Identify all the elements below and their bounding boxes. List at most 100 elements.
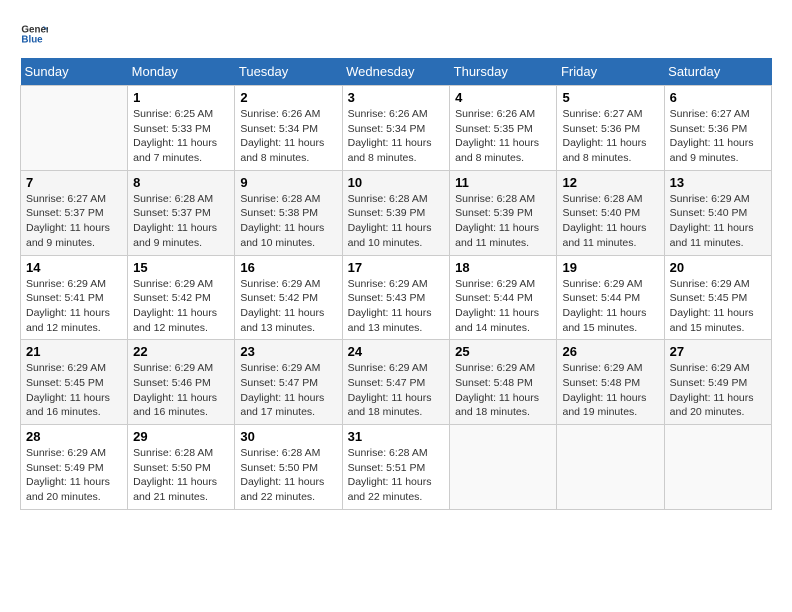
day-number: 23 (240, 344, 336, 359)
calendar-cell: 25 Sunrise: 6:29 AM Sunset: 5:48 PM Dayli… (450, 340, 557, 425)
day-info: Sunrise: 6:28 AM Sunset: 5:50 PM Dayligh… (240, 446, 336, 505)
calendar-week-row: 28Sunrise: 6:29 AM Sunset: 5:49 PM Dayli… (21, 425, 772, 510)
calendar-cell: 23 Sunrise: 6:29 AM Sunset: 5:47 PM Dayli… (235, 340, 342, 425)
calendar-cell: 11 Sunrise: 6:28 AM Sunset: 5:39 PM Dayli… (450, 170, 557, 255)
day-info: Sunrise: 6:25 AM Sunset: 5:33 PM Dayligh… (133, 107, 229, 166)
weekday-header-cell: Sunday (21, 58, 128, 86)
day-number: 9 (240, 175, 336, 190)
day-number: 18 (455, 260, 551, 275)
day-number: 30 (240, 429, 336, 444)
calendar-cell: 26 Sunrise: 6:29 AM Sunset: 5:48 PM Dayli… (557, 340, 664, 425)
day-number: 28 (26, 429, 122, 444)
calendar-cell: 3 Sunrise: 6:26 AM Sunset: 5:34 PM Daylig… (342, 86, 450, 171)
day-number: 3 (348, 90, 445, 105)
day-info: Sunrise: 6:29 AM Sunset: 5:42 PM Dayligh… (133, 277, 229, 336)
day-number: 13 (670, 175, 766, 190)
calendar-cell: 6 Sunrise: 6:27 AM Sunset: 5:36 PM Daylig… (664, 86, 771, 171)
day-number: 15 (133, 260, 229, 275)
day-number: 6 (670, 90, 766, 105)
calendar-cell: 20 Sunrise: 6:29 AM Sunset: 5:45 PM Dayli… (664, 255, 771, 340)
calendar-week-row: 21 Sunrise: 6:29 AM Sunset: 5:45 PM Dayli… (21, 340, 772, 425)
day-number: 21 (26, 344, 122, 359)
day-info: Sunrise: 6:26 AM Sunset: 5:35 PM Dayligh… (455, 107, 551, 166)
calendar-cell: 9 Sunrise: 6:28 AM Sunset: 5:38 PM Daylig… (235, 170, 342, 255)
day-info: Sunrise: 6:26 AM Sunset: 5:34 PM Dayligh… (348, 107, 445, 166)
calendar-cell: 30 Sunrise: 6:28 AM Sunset: 5:50 PM Dayli… (235, 425, 342, 510)
day-number: 1 (133, 90, 229, 105)
day-info: Sunrise: 6:27 AM Sunset: 5:36 PM Dayligh… (670, 107, 766, 166)
calendar-cell (664, 425, 771, 510)
day-number: 27 (670, 344, 766, 359)
day-info: Sunrise: 6:29 AM Sunset: 5:42 PM Dayligh… (240, 277, 336, 336)
day-number: 24 (348, 344, 445, 359)
logo-icon: General Blue (20, 20, 48, 48)
day-info: Sunrise: 6:28 AM Sunset: 5:39 PM Dayligh… (455, 192, 551, 251)
day-info: Sunrise: 6:29 AM Sunset: 5:44 PM Dayligh… (455, 277, 551, 336)
calendar-cell: 5Sunrise: 6:27 AM Sunset: 5:36 PM Daylig… (557, 86, 664, 171)
calendar-cell: 18 Sunrise: 6:29 AM Sunset: 5:44 PM Dayli… (450, 255, 557, 340)
weekday-header-cell: Saturday (664, 58, 771, 86)
day-number: 4 (455, 90, 551, 105)
calendar-cell: 13 Sunrise: 6:29 AM Sunset: 5:40 PM Dayli… (664, 170, 771, 255)
weekday-header-row: SundayMondayTuesdayWednesdayThursdayFrid… (21, 58, 772, 86)
day-info: Sunrise: 6:28 AM Sunset: 5:50 PM Dayligh… (133, 446, 229, 505)
day-number: 19 (562, 260, 658, 275)
day-number: 20 (670, 260, 766, 275)
day-info: Sunrise: 6:29 AM Sunset: 5:48 PM Dayligh… (562, 361, 658, 420)
day-number: 25 (455, 344, 551, 359)
day-number: 31 (348, 429, 445, 444)
day-info: Sunrise: 6:29 AM Sunset: 5:47 PM Dayligh… (348, 361, 445, 420)
calendar-week-row: 7 Sunrise: 6:27 AM Sunset: 5:37 PM Daylig… (21, 170, 772, 255)
day-number: 16 (240, 260, 336, 275)
day-info: Sunrise: 6:29 AM Sunset: 5:45 PM Dayligh… (670, 277, 766, 336)
calendar-cell: 28Sunrise: 6:29 AM Sunset: 5:49 PM Dayli… (21, 425, 128, 510)
calendar-cell (557, 425, 664, 510)
day-info: Sunrise: 6:29 AM Sunset: 5:45 PM Dayligh… (26, 361, 122, 420)
day-info: Sunrise: 6:29 AM Sunset: 5:43 PM Dayligh… (348, 277, 445, 336)
calendar-cell: 27 Sunrise: 6:29 AM Sunset: 5:49 PM Dayli… (664, 340, 771, 425)
day-info: Sunrise: 6:29 AM Sunset: 5:47 PM Dayligh… (240, 361, 336, 420)
day-info: Sunrise: 6:29 AM Sunset: 5:48 PM Dayligh… (455, 361, 551, 420)
weekday-header-cell: Friday (557, 58, 664, 86)
weekday-header-cell: Thursday (450, 58, 557, 86)
weekday-header-cell: Wednesday (342, 58, 450, 86)
day-info: Sunrise: 6:29 AM Sunset: 5:40 PM Dayligh… (670, 192, 766, 251)
calendar-cell: 12 Sunrise: 6:28 AM Sunset: 5:40 PM Dayli… (557, 170, 664, 255)
calendar-cell: 14Sunrise: 6:29 AM Sunset: 5:41 PM Dayli… (21, 255, 128, 340)
day-number: 22 (133, 344, 229, 359)
day-info: Sunrise: 6:28 AM Sunset: 5:38 PM Dayligh… (240, 192, 336, 251)
calendar-cell: 22 Sunrise: 6:29 AM Sunset: 5:46 PM Dayli… (128, 340, 235, 425)
page-header: General Blue (20, 20, 772, 48)
day-number: 12 (562, 175, 658, 190)
day-info: Sunrise: 6:28 AM Sunset: 5:40 PM Dayligh… (562, 192, 658, 251)
calendar-cell: 16 Sunrise: 6:29 AM Sunset: 5:42 PM Dayli… (235, 255, 342, 340)
calendar-cell: 4 Sunrise: 6:26 AM Sunset: 5:35 PM Daylig… (450, 86, 557, 171)
day-info: Sunrise: 6:29 AM Sunset: 5:49 PM Dayligh… (670, 361, 766, 420)
calendar-cell: 15 Sunrise: 6:29 AM Sunset: 5:42 PM Dayli… (128, 255, 235, 340)
day-info: Sunrise: 6:29 AM Sunset: 5:44 PM Dayligh… (562, 277, 658, 336)
day-number: 10 (348, 175, 445, 190)
calendar-cell: 1 Sunrise: 6:25 AM Sunset: 5:33 PM Daylig… (128, 86, 235, 171)
calendar-cell: 29 Sunrise: 6:28 AM Sunset: 5:50 PM Dayli… (128, 425, 235, 510)
day-number: 17 (348, 260, 445, 275)
day-info: Sunrise: 6:29 AM Sunset: 5:41 PM Dayligh… (26, 277, 122, 336)
day-info: Sunrise: 6:28 AM Sunset: 5:37 PM Dayligh… (133, 192, 229, 251)
day-info: Sunrise: 6:27 AM Sunset: 5:37 PM Dayligh… (26, 192, 122, 251)
day-info: Sunrise: 6:28 AM Sunset: 5:51 PM Dayligh… (348, 446, 445, 505)
calendar-cell (21, 86, 128, 171)
calendar-table: SundayMondayTuesdayWednesdayThursdayFrid… (20, 58, 772, 510)
logo: General Blue (20, 20, 52, 48)
day-info: Sunrise: 6:26 AM Sunset: 5:34 PM Dayligh… (240, 107, 336, 166)
day-number: 11 (455, 175, 551, 190)
calendar-body: 1 Sunrise: 6:25 AM Sunset: 5:33 PM Daylig… (21, 86, 772, 510)
calendar-cell: 8Sunrise: 6:28 AM Sunset: 5:37 PM Daylig… (128, 170, 235, 255)
calendar-cell: 7 Sunrise: 6:27 AM Sunset: 5:37 PM Daylig… (21, 170, 128, 255)
calendar-cell: 31 Sunrise: 6:28 AM Sunset: 5:51 PM Dayli… (342, 425, 450, 510)
day-number: 7 (26, 175, 122, 190)
calendar-cell (450, 425, 557, 510)
day-info: Sunrise: 6:29 AM Sunset: 5:46 PM Dayligh… (133, 361, 229, 420)
calendar-cell: 19 Sunrise: 6:29 AM Sunset: 5:44 PM Dayli… (557, 255, 664, 340)
svg-text:Blue: Blue (21, 34, 43, 45)
day-number: 29 (133, 429, 229, 444)
day-number: 26 (562, 344, 658, 359)
